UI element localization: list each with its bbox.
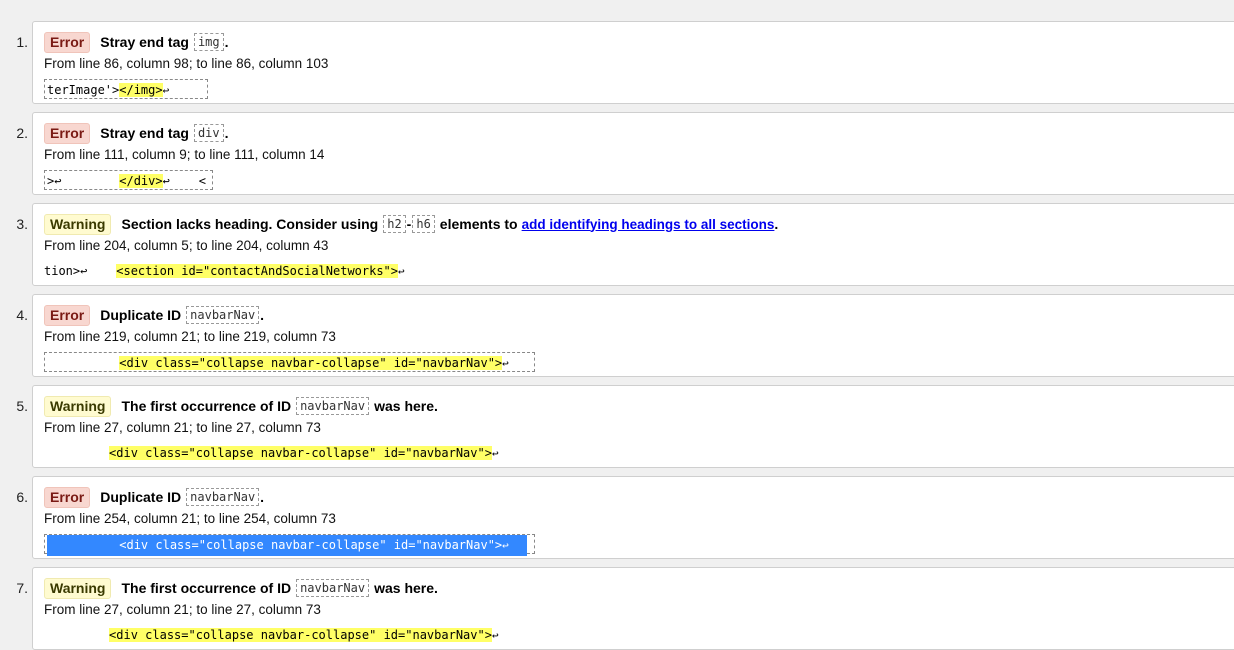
list-item: 7. Warning The first occurrence of ID na… (0, 567, 1234, 650)
item-number: 3. (16, 216, 28, 232)
message-heading: Warning The first occurrence of ID navba… (44, 395, 438, 417)
extract-highlight: </div> (119, 174, 163, 188)
source-extract: tion>↩ <section id="contactAndSocialNetw… (44, 261, 405, 281)
item-number: 5. (16, 398, 28, 414)
code-snippet: h2 (383, 215, 406, 233)
item-number: 4. (16, 307, 28, 323)
message-text: elements to (439, 216, 518, 232)
validation-message-list: 1. Error Stray end tag img. From line 86… (0, 0, 1234, 650)
error-badge: Error (44, 122, 91, 144)
extract-suffix: ↩ (491, 447, 499, 460)
extract-prefix (44, 446, 109, 460)
message-suffix: . (260, 307, 265, 323)
message-box: Warning The first occurrence of ID navba… (32, 385, 1234, 468)
list-item: 6. Error Duplicate ID navbarNav. From li… (0, 476, 1234, 559)
item-number: 2. (16, 125, 28, 141)
source-extract: <div class="collapse navbar-collapse" id… (44, 443, 499, 463)
extract-highlight: <section id="contactAndSocialNetworks"> (116, 264, 399, 278)
message-suffix: was here. (374, 580, 438, 596)
extract-suffix: ↩ < (162, 174, 206, 188)
message-text: Duplicate ID (100, 307, 182, 323)
error-badge: Error (44, 31, 91, 53)
list-item: 2. Error Stray end tag div. From line 11… (0, 112, 1234, 195)
error-badge: Error (44, 486, 91, 508)
message-heading: Error Duplicate ID navbarNav. (44, 304, 265, 326)
message-suffix: . (774, 216, 779, 232)
list-item: 3. Warning Section lacks heading. Consid… (0, 203, 1234, 286)
list-item: 1. Error Stray end tag img. From line 86… (0, 21, 1234, 104)
location-text: From line 219, column 21; to line 219, c… (44, 329, 336, 344)
message-heading: Error Stray end tag div. (44, 122, 229, 144)
code-separator: - (406, 216, 412, 232)
source-extract: <div class="collapse navbar-collapse" id… (44, 352, 535, 372)
message-text: The first occurrence of ID (121, 580, 292, 596)
message-suffix: . (224, 34, 229, 50)
item-number: 6. (16, 489, 28, 505)
headings-help-link[interactable]: add identifying headings to all sections (522, 217, 775, 232)
extract-prefix (44, 628, 109, 642)
message-box: Warning Section lacks heading. Consider … (32, 203, 1234, 286)
extract-suffix: ↩ (502, 357, 509, 370)
location-text: From line 27, column 21; to line 27, col… (44, 602, 321, 617)
item-number: 1. (16, 34, 28, 50)
message-box: Error Stray end tag img. From line 86, c… (32, 21, 1234, 104)
extract-suffix: ↩ (491, 629, 499, 642)
message-box: Error Stray end tag div. From line 111, … (32, 112, 1234, 195)
source-extract: <div class="collapse navbar-collapse" id… (44, 625, 499, 645)
location-text: From line 204, column 5; to line 204, co… (44, 238, 329, 253)
message-suffix: . (260, 489, 265, 505)
extract-suffix: ↩ (162, 84, 170, 97)
message-box: Error Duplicate ID navbarNav. From line … (32, 476, 1234, 559)
extract-highlight: <div class="collapse navbar-collapse" id… (109, 628, 492, 642)
extract-prefix (47, 538, 119, 552)
location-text: From line 111, column 9; to line 111, co… (44, 147, 325, 162)
code-snippet: navbarNav (186, 488, 260, 506)
extract-prefix: >↩ (47, 174, 120, 188)
source-extract: <div class="collapse navbar-collapse" id… (44, 534, 535, 556)
extract-prefix (47, 356, 119, 370)
message-text: Section lacks heading. Consider using (121, 216, 379, 232)
location-text: From line 27, column 21; to line 27, col… (44, 420, 321, 435)
code-snippet: navbarNav (296, 579, 370, 597)
extract-highlight: <div class="collapse navbar-collapse" id… (109, 446, 492, 460)
message-suffix: . (224, 125, 229, 141)
location-text: From line 86, column 98; to line 86, col… (44, 56, 329, 71)
message-heading: Error Stray end tag img. (44, 31, 229, 53)
extract-highlight: <div class="collapse navbar-collapse" id… (119, 356, 503, 370)
code-snippet: h6 (412, 215, 435, 233)
message-text: Duplicate ID (100, 489, 182, 505)
extract-highlight: </img> (119, 83, 163, 97)
code-snippet: div (193, 124, 224, 142)
location-text: From line 254, column 21; to line 254, c… (44, 511, 336, 526)
error-badge: Error (44, 304, 91, 326)
warning-badge: Warning (44, 395, 112, 417)
extract-prefix: terImage'> (47, 83, 120, 97)
source-extract: >↩ </div>↩ < (44, 170, 213, 190)
item-number: 7. (16, 580, 28, 596)
code-snippet: img (193, 33, 224, 51)
selected-extract: <div class="collapse navbar-collapse" id… (47, 535, 527, 556)
message-text: Stray end tag (100, 125, 189, 141)
extract-suffix: ↩ (502, 539, 509, 552)
message-heading: Warning Section lacks heading. Consider … (44, 213, 779, 235)
message-suffix: was here. (374, 398, 438, 414)
message-text: The first occurrence of ID (121, 398, 292, 414)
extract-highlight: <div class="collapse navbar-collapse" id… (119, 538, 503, 552)
message-text: Stray end tag (100, 34, 189, 50)
warning-badge: Warning (44, 577, 112, 599)
code-snippet: navbarNav (296, 397, 370, 415)
list-item: 5. Warning The first occurrence of ID na… (0, 385, 1234, 468)
message-heading: Error Duplicate ID navbarNav. (44, 486, 265, 508)
list-item: 4. Error Duplicate ID navbarNav. From li… (0, 294, 1234, 377)
message-box: Error Duplicate ID navbarNav. From line … (32, 294, 1234, 377)
warning-badge: Warning (44, 213, 112, 235)
extract-prefix: tion>↩ (44, 264, 117, 278)
code-snippet: navbarNav (186, 306, 260, 324)
message-box: Warning The first occurrence of ID navba… (32, 567, 1234, 650)
message-heading: Warning The first occurrence of ID navba… (44, 577, 438, 599)
extract-suffix: ↩ (398, 265, 405, 278)
source-extract: terImage'></img>↩ (44, 79, 208, 99)
